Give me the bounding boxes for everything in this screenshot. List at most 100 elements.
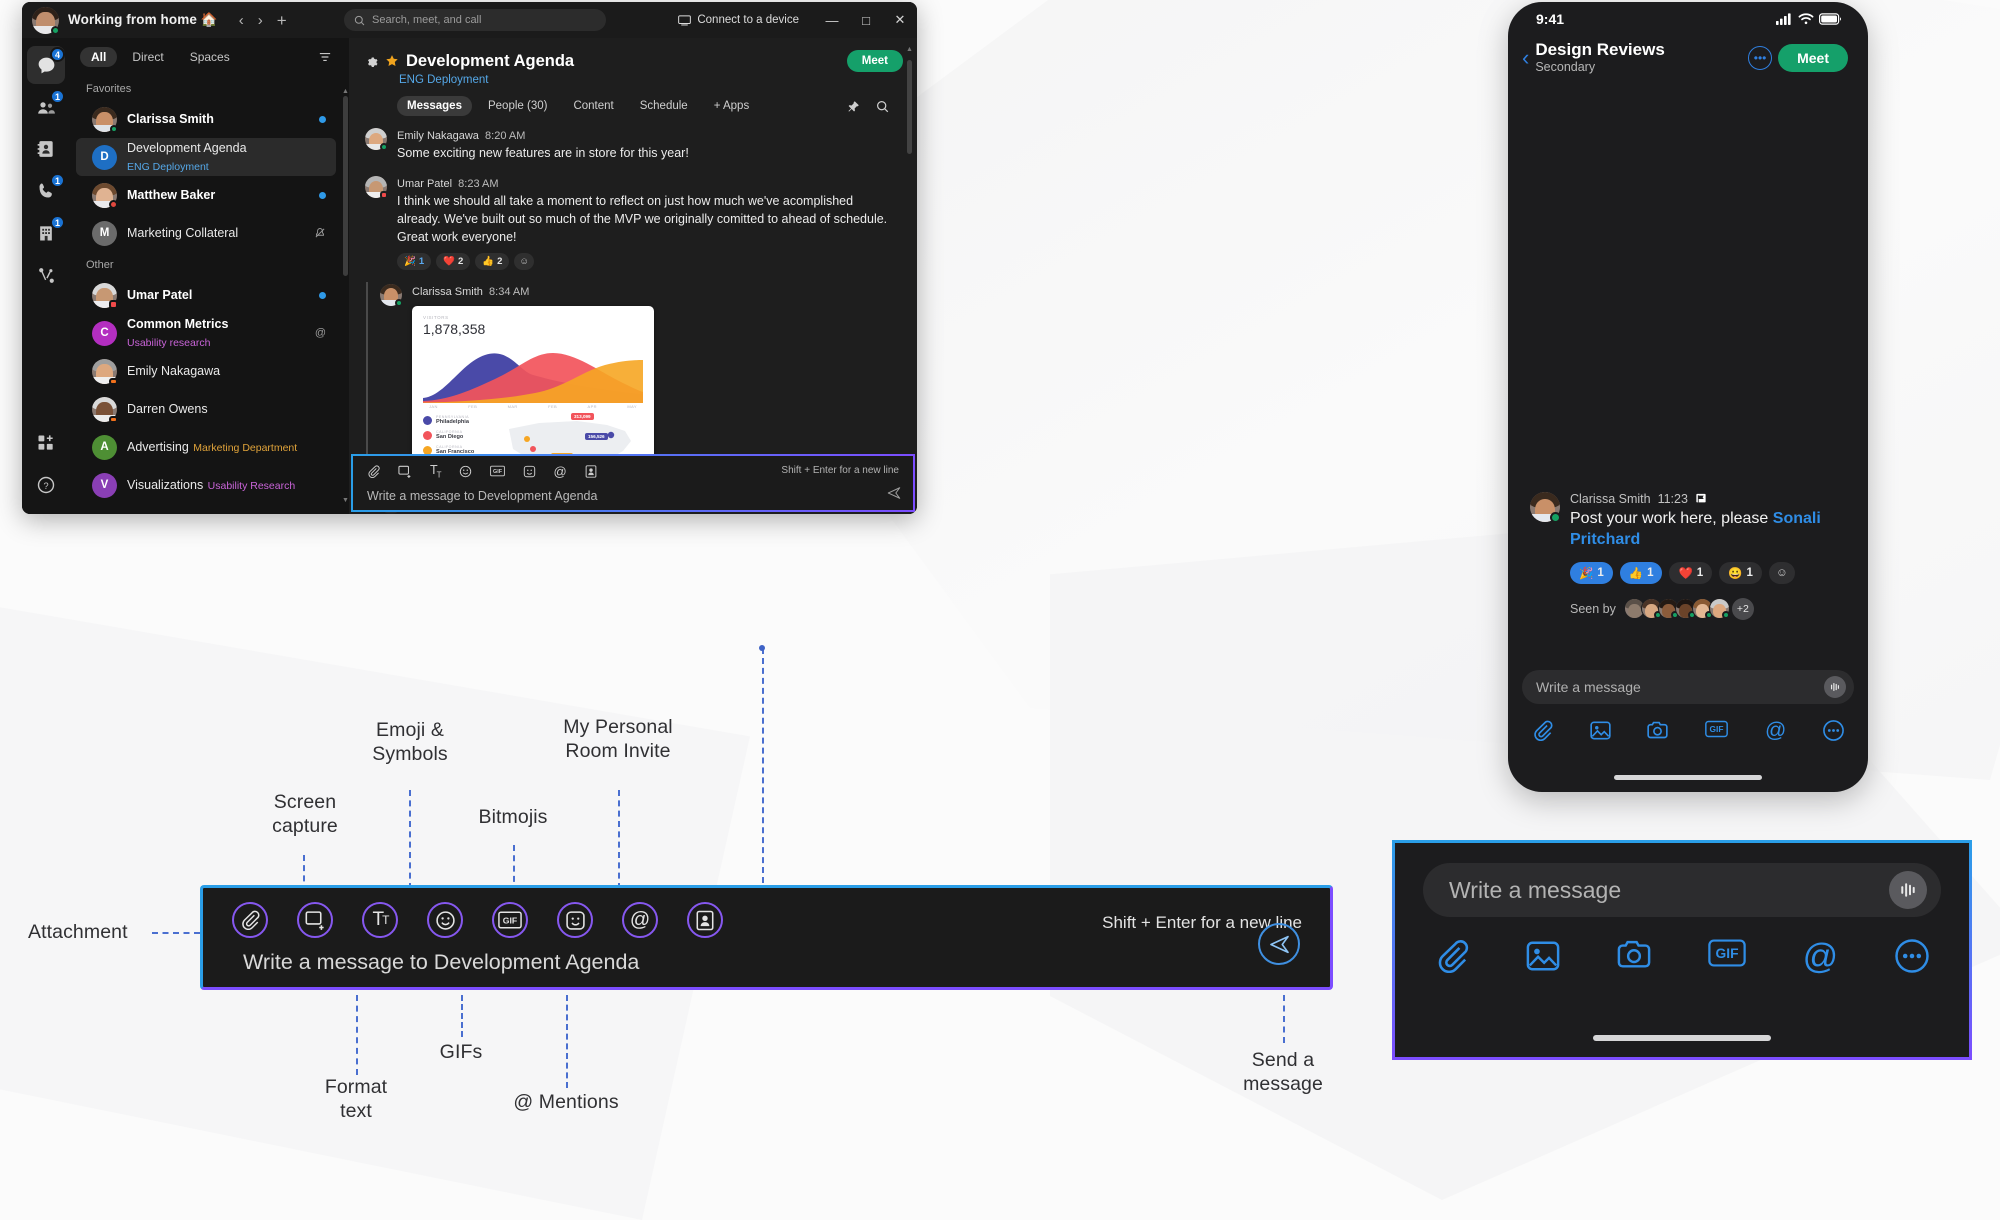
reaction-thumbsup[interactable]: 👍 1 [1619,561,1663,584]
more-icon[interactable] [1823,720,1844,741]
screen-capture-icon[interactable] [398,465,412,478]
rail-item-teams[interactable]: 1 [27,88,65,126]
reaction-smile[interactable]: 😀 1 [1719,561,1762,584]
mention-icon[interactable]: @ [1765,720,1786,741]
rail-item-workflows[interactable] [27,256,65,294]
rail-item-calling[interactable]: 1 [27,172,65,210]
list-item[interactable]: A Advertising Marketing Department [76,428,336,466]
compose-bar[interactable]: TT GIF @ Shift + Enter for a new line Wr… [351,454,915,512]
add-reaction-icon[interactable]: ☺ [514,252,535,270]
meet-button[interactable]: Meet [1778,43,1848,72]
rail-item-meetings[interactable]: 1 [27,214,65,252]
back-chevron-icon[interactable]: ‹ [1522,46,1529,69]
add-reaction-icon[interactable]: ☺ [1768,561,1795,584]
list-item[interactable]: Clarissa Smith [76,100,336,138]
gear-icon[interactable] [365,55,378,68]
reaction-celebrate[interactable]: 🎉 1 [1570,561,1613,584]
list-item[interactable]: Emily Nakagawa [76,352,336,390]
mic-icon[interactable] [1824,676,1846,698]
tab-content[interactable]: Content [563,96,623,116]
mobile-compose-enlarged[interactable]: Write a message GIF @ [1392,840,1972,1060]
flag-icon[interactable] [1695,493,1707,505]
rail-item-apps[interactable] [27,424,65,462]
scroll-up-arrow[interactable]: ▲ [906,46,913,53]
add-button[interactable]: + [277,12,287,29]
reaction-celebrate[interactable]: 🎉 1 [397,252,432,270]
tab-people[interactable]: People (30) [478,96,557,116]
tab-direct[interactable]: Direct [121,47,174,67]
connect-to-device-button[interactable]: Connect to a device [678,14,799,26]
seen-by-overflow[interactable]: +2 [1731,597,1754,620]
list-item[interactable]: Matthew Baker [76,176,336,214]
space-list-scrollbar[interactable]: ▲ ▼ [342,38,349,514]
rail-item-messaging[interactable]: 4 [27,46,65,84]
tab-all[interactable]: All [80,47,118,67]
close-button[interactable]: ✕ [883,2,917,38]
image-icon[interactable] [1590,720,1611,741]
reaction-heart[interactable]: ❤️ 1 [1669,561,1713,584]
meet-button[interactable]: Meet [846,50,903,72]
more-icon[interactable] [1895,939,1929,974]
chart-attachment-card[interactable]: VISITORS 1,878,358 JAN FEB MAR FEB APR M… [412,305,654,478]
personal-room-icon[interactable] [687,902,723,938]
message-input[interactable]: Write a message to Development Agenda [367,489,901,503]
scroll-up-arrow[interactable]: ▲ [342,88,349,95]
back-button[interactable]: ‹ [239,13,244,28]
reaction-thumbsup[interactable]: 👍 2 [475,252,510,270]
emoji-icon[interactable] [459,465,472,478]
image-icon[interactable] [1526,939,1560,974]
camera-icon[interactable] [1647,720,1669,741]
emoji-icon[interactable] [427,902,463,938]
forward-button[interactable]: › [258,13,263,28]
gif-icon[interactable]: GIF [492,902,528,938]
mention-icon[interactable]: @ [1803,939,1839,974]
personal-room-icon[interactable] [585,465,597,478]
mic-icon[interactable] [1889,871,1927,909]
tab-spaces[interactable]: Spaces [179,47,241,67]
rail-item-contacts[interactable] [27,130,65,168]
tab-schedule[interactable]: Schedule [630,96,698,116]
user-avatar[interactable] [32,6,60,35]
mention-icon[interactable]: @ [622,902,658,938]
bitmoji-icon[interactable] [523,465,536,478]
user-status-text[interactable]: Working from home 🏠 [68,12,218,28]
rail-item-help[interactable]: ? [27,466,65,504]
maximize-button[interactable]: □ [849,2,883,38]
compose-bar-enlarged[interactable]: TT GIF @ Shift + Enter for a new line Wr… [200,885,1333,990]
attachment-icon[interactable] [1435,939,1469,974]
format-text-icon[interactable]: TT [430,463,442,480]
pin-icon[interactable] [847,100,860,113]
scroll-down-arrow[interactable]: ▼ [342,497,349,504]
tab-apps[interactable]: + Apps [704,96,760,116]
list-item[interactable]: Umar Patel [76,276,336,314]
attachment-icon[interactable] [367,465,380,478]
list-item[interactable]: Darren Owens [76,390,336,428]
send-icon[interactable] [1258,923,1300,965]
message-scrollbar[interactable]: ▲ ▼ [906,46,913,478]
star-icon[interactable] [385,54,399,68]
mobile-compose-field[interactable]: Write a message [1423,863,1941,917]
gif-icon[interactable]: GIF [1707,939,1746,974]
mention-icon[interactable]: @ [554,464,567,479]
list-item-development-agenda[interactable]: D Development Agenda ENG Deployment [76,138,336,176]
camera-icon[interactable] [1617,939,1651,974]
tab-messages[interactable]: Messages [397,96,472,116]
minimize-button[interactable]: — [815,2,849,38]
gif-icon[interactable]: GIF [1705,720,1729,741]
list-item[interactable]: C Common Metrics Usability research @ [76,314,336,352]
attachment-icon[interactable] [1532,720,1553,741]
gif-icon[interactable]: GIF [489,465,505,477]
message-input-enlarged[interactable]: Write a message to Development Agenda [203,938,1330,975]
attachment-icon[interactable] [232,902,268,938]
search-input[interactable]: Search, meet, and call [344,9,606,31]
send-icon[interactable] [887,486,901,500]
phone-compose-field[interactable]: Write a message [1522,670,1854,704]
reaction-heart[interactable]: ❤️ 2 [436,252,471,270]
list-item[interactable]: V Visualizations Usability Research [76,466,336,504]
filter-icon[interactable] [318,51,332,63]
screen-capture-icon[interactable] [297,902,333,938]
bitmoji-icon[interactable] [557,902,593,938]
format-text-icon[interactable]: TT [362,902,398,938]
list-item[interactable]: M Marketing Collateral [76,214,336,252]
search-icon[interactable] [876,100,889,113]
